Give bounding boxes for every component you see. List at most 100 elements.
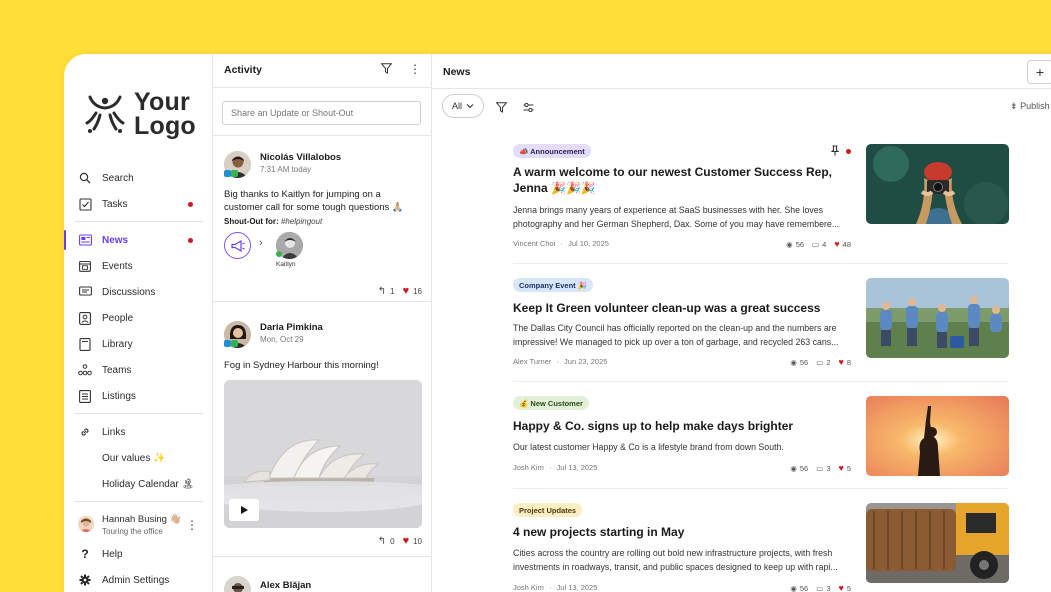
activity-post[interactable]: Nicolás Villalobos 7:31 AM today Big tha… xyxy=(224,151,422,297)
news-article[interactable]: 💰 New Customer Happy & Co. signs up to h… xyxy=(513,396,1009,486)
article-thumbnail[interactable] xyxy=(866,144,1009,224)
activity-post[interactable]: Alex Blăjan xyxy=(224,576,422,592)
heart-icon[interactable]: ♥ xyxy=(403,285,410,297)
sidebar-item-discussions[interactable]: Discussions xyxy=(64,279,213,305)
news-article[interactable]: Company Event 🎉 Keep It Green volunteer … xyxy=(513,278,1009,378)
user-menu-icon[interactable]: ⋮ xyxy=(186,518,198,532)
article-excerpt: Cities across the country are rolling ou… xyxy=(513,548,838,572)
sidebar-item-news[interactable]: News xyxy=(64,227,213,253)
article-stats: ◉ 56 ▭ 2 ♥ 8 xyxy=(790,357,851,367)
article-excerpt: The Dallas City Council has officially r… xyxy=(513,323,839,347)
category-tag[interactable]: 📣 Announcement xyxy=(513,144,591,158)
news-article[interactable]: 📣 Announcement A warm welcome to our new… xyxy=(513,144,1009,254)
article-author[interactable]: Josh Kim xyxy=(513,463,544,472)
article-title[interactable]: Happy & Co. signs up to help make days b… xyxy=(513,418,833,434)
article-thumbnail[interactable] xyxy=(866,503,1009,583)
activity-post[interactable]: Daria Pimkina Mon, Oct 29 Fog in Sydney … xyxy=(224,321,422,551)
divider xyxy=(213,135,432,136)
sunset-silhouette-image xyxy=(866,396,1009,476)
heart-icon[interactable]: ♥ xyxy=(834,239,839,249)
article-title[interactable]: A warm welcome to our newest Customer Su… xyxy=(513,164,833,196)
category-tag-label: 📣 Announcement xyxy=(519,146,585,156)
unread-dot xyxy=(846,149,851,154)
sidebar-item-admin-settings[interactable]: Admin Settings xyxy=(64,567,213,592)
heart-icon[interactable]: ♥ xyxy=(403,535,410,547)
add-news-button[interactable]: + xyxy=(1027,60,1051,84)
sidebar-divider xyxy=(74,221,203,222)
like-count: 5 xyxy=(846,583,851,592)
filter-icon[interactable] xyxy=(380,63,393,77)
sidebar-item-links[interactable]: Links xyxy=(64,419,213,445)
article-date: Jul 10, 2025 xyxy=(568,239,609,248)
heart-icon[interactable]: ♥ xyxy=(838,583,843,592)
article-thumbnail[interactable] xyxy=(866,396,1009,476)
sidebar-item-label: Admin Settings xyxy=(102,574,170,586)
post-video[interactable] xyxy=(224,380,422,528)
logo-line-2: Logo xyxy=(134,112,196,140)
sidebar-item-label: Help xyxy=(102,548,123,560)
sidebar-item-listings[interactable]: Listings xyxy=(64,383,213,409)
category-tag[interactable]: Company Event 🎉 xyxy=(513,278,594,292)
sidebar-item-our-values[interactable]: Our values ✨ xyxy=(64,445,213,471)
filter-icon[interactable] xyxy=(495,100,508,118)
article-author[interactable]: Alex Turner xyxy=(513,357,551,366)
sidebar-item-teams[interactable]: Teams xyxy=(64,357,213,383)
eye-icon: ◉ xyxy=(790,583,797,592)
category-tag[interactable]: 💰 New Customer xyxy=(513,396,589,410)
current-user[interactable]: Hannah Busing 👋🏼 Touring the office ⋮ xyxy=(78,512,203,542)
article-author[interactable]: Vincent Choi xyxy=(513,239,555,248)
sidebar-item-tasks[interactable]: Tasks xyxy=(64,191,213,217)
comment-icon: ▭ xyxy=(816,583,824,592)
article-title[interactable]: 4 new projects starting in May xyxy=(513,524,833,540)
post-author[interactable]: Nicolás Villalobos xyxy=(260,152,341,163)
post-reactions: ↰ 0 ♥ 10 xyxy=(378,535,422,547)
logo[interactable]: Your Logo xyxy=(82,90,196,140)
share-update-input[interactable] xyxy=(222,101,421,125)
help-icon: ? xyxy=(81,547,89,561)
avatar xyxy=(78,516,94,532)
article-meta: Josh Kim · Jul 13, 2025 xyxy=(513,583,598,592)
reply-count: 1 xyxy=(390,286,395,296)
news-article[interactable]: Project Updates 4 new projects starting … xyxy=(513,503,1009,592)
article-author[interactable]: Josh Kim xyxy=(513,583,544,592)
divider xyxy=(513,488,1008,489)
divider xyxy=(513,381,1008,382)
logo-icon xyxy=(85,95,125,133)
user-name: Hannah Busing 👋🏼 xyxy=(102,514,182,525)
sidebar-item-events[interactable]: Events xyxy=(64,253,213,279)
shoutout-tag[interactable]: #helpingout xyxy=(281,217,322,226)
more-options-icon[interactable]: ⋮ xyxy=(409,62,421,76)
sidebar-item-holiday-calendar[interactable]: Holiday Calendar 🏝 xyxy=(64,471,213,497)
sidebar-item-label: Discussions xyxy=(102,286,156,298)
post-time: 7:31 AM today xyxy=(260,165,312,174)
filter-all-dropdown[interactable]: All xyxy=(442,94,484,118)
sort-published[interactable]: ⇟ Publish xyxy=(1010,101,1050,112)
sidebar-item-people[interactable]: People xyxy=(64,305,213,331)
sidebar-item-help[interactable]: ? Help xyxy=(64,541,213,567)
sliders-icon[interactable] xyxy=(523,100,534,118)
post-author[interactable]: Daria Pimkina xyxy=(260,322,323,333)
sidebar-item-search[interactable]: Search xyxy=(64,165,213,191)
pin-icon[interactable] xyxy=(830,145,840,159)
post-author[interactable]: Alex Blăjan xyxy=(260,580,311,591)
sidebar-item-library[interactable]: Library xyxy=(64,331,213,357)
sidebar: Your Logo Search Tasks News Events Discu… xyxy=(64,54,213,592)
sidebar-item-label: People xyxy=(102,312,134,324)
article-meta: Josh Kim · Jul 13, 2025 xyxy=(513,463,598,472)
reply-icon[interactable]: ↰ xyxy=(378,286,386,297)
article-thumbnail[interactable] xyxy=(866,278,1009,358)
article-stats: ◉ 56 ▭ 3 ♥ 5 xyxy=(790,583,851,592)
article-title[interactable]: Keep It Green volunteer clean-up was a g… xyxy=(513,300,833,316)
comment-count: 3 xyxy=(826,463,831,473)
play-button[interactable] xyxy=(229,499,259,521)
sidebar-divider xyxy=(74,413,203,414)
heart-icon[interactable]: ♥ xyxy=(838,357,843,367)
eye-icon: ◉ xyxy=(786,239,793,249)
reply-icon[interactable]: ↰ xyxy=(378,536,386,547)
sidebar-item-label: Library xyxy=(102,338,133,350)
comment-icon: ▭ xyxy=(816,357,824,367)
sidebar-item-label: Events xyxy=(102,260,133,272)
post-body: Fog in Sydney Harbour this morning! xyxy=(224,360,379,371)
heart-icon[interactable]: ♥ xyxy=(838,463,843,473)
category-tag[interactable]: Project Updates xyxy=(513,503,583,517)
